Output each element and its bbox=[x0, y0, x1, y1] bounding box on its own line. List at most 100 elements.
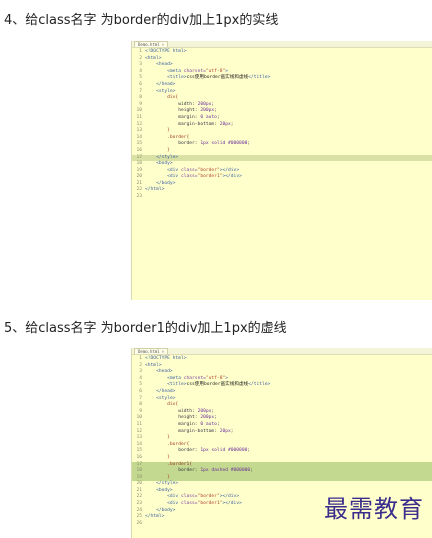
code-token: .border1{ bbox=[145, 461, 193, 467]
line-number: 7 bbox=[139, 88, 142, 94]
code-token: <body> bbox=[145, 161, 173, 167]
code-token: ></div> bbox=[222, 501, 242, 507]
code-token: border: bbox=[145, 141, 201, 147]
code-line: 16 } bbox=[132, 455, 432, 462]
code-token: 200px bbox=[200, 108, 215, 114]
code-token: } bbox=[145, 435, 170, 441]
code-token: <style> bbox=[145, 395, 176, 401]
code-token: <title> bbox=[145, 75, 187, 81]
code-token: height: bbox=[145, 415, 201, 421]
code-line: 20 </style> bbox=[132, 481, 432, 488]
code-token: ; bbox=[250, 468, 253, 474]
line-number: 3 bbox=[139, 369, 142, 375]
code-token: <div bbox=[145, 494, 181, 500]
code-token: margin-bottom: bbox=[145, 428, 220, 434]
line-number: 8 bbox=[139, 402, 142, 408]
code-token: ; bbox=[216, 421, 220, 427]
code-line: 12 margin-bottom: 20px; bbox=[132, 122, 432, 129]
code-text: <div class="border1"></div> bbox=[144, 501, 242, 508]
watermark-logo: 最需教育 bbox=[324, 495, 424, 523]
code-token: ; bbox=[247, 141, 251, 147]
line-number: 23 bbox=[136, 501, 142, 507]
line-number: 6 bbox=[139, 388, 142, 394]
editor-tab[interactable]: Demo.html × bbox=[134, 348, 169, 354]
editor-tab[interactable]: Demo.html × bbox=[134, 41, 169, 47]
editor-tab-bar: Demo.html × bbox=[132, 348, 432, 355]
code-line: 10 height: 200px; bbox=[132, 108, 432, 115]
code-token: </style> bbox=[145, 481, 179, 487]
line-number: 2 bbox=[139, 362, 142, 368]
code-line: 2 <html> bbox=[132, 363, 432, 370]
code-token: border: bbox=[145, 448, 201, 454]
code-text: margin: 0 auto; bbox=[144, 422, 220, 429]
code-token: 0 auto bbox=[200, 114, 217, 120]
code-line: 6 </head> bbox=[132, 82, 432, 89]
code-token: "border" bbox=[197, 494, 220, 500]
code-token: </html> bbox=[145, 514, 165, 520]
code-token: <meta bbox=[145, 375, 184, 381]
code-text: div{ bbox=[144, 402, 178, 409]
step-4-heading: 4、给class名字 为border的div加上1px的实线 bbox=[4, 13, 279, 28]
code-line: 8 div{ bbox=[132, 95, 432, 102]
line-number: 11 bbox=[136, 421, 142, 427]
line-number: 8 bbox=[139, 95, 142, 101]
editor-tab-bar: Demo.html × bbox=[132, 41, 432, 48]
code-token: width: bbox=[145, 101, 198, 107]
code-line: 5 <title>css使用border画实线和虚线</title> bbox=[132, 75, 432, 82]
code-text: border: 1px dashed #000000; bbox=[144, 468, 253, 475]
code-token: </html> bbox=[145, 187, 165, 193]
code-token: 20px bbox=[219, 121, 231, 127]
code-token: margin-bottom: bbox=[145, 121, 220, 127]
code-token: "border" bbox=[197, 167, 220, 173]
line-number: 18 bbox=[136, 161, 142, 167]
code-line: 21 </body> bbox=[132, 181, 432, 188]
line-number: 11 bbox=[136, 114, 142, 120]
code-token: <body> bbox=[145, 487, 173, 493]
line-number: 10 bbox=[136, 108, 142, 114]
code-line: 3 <head> bbox=[132, 62, 432, 69]
close-icon[interactable]: × bbox=[162, 349, 164, 354]
code-token: } bbox=[145, 128, 170, 134]
code-token: 1px dashed #000000 bbox=[200, 468, 251, 474]
code-line: 11 margin: 0 auto; bbox=[132, 422, 432, 429]
code-line: 22 </html> bbox=[132, 187, 432, 194]
code-token: "border1" bbox=[197, 174, 223, 180]
code-line: 1 <!DOCTYPE html> bbox=[132, 49, 432, 56]
code-text: div{ bbox=[144, 95, 178, 102]
code-text: <title>css使用border画实线和虚线</title> bbox=[144, 75, 270, 82]
code-line: 8 div{ bbox=[132, 402, 432, 409]
code-text: </html> bbox=[144, 187, 164, 194]
code-token: ; bbox=[230, 428, 234, 434]
line-number: 10 bbox=[136, 415, 142, 421]
code-token: <html> bbox=[145, 55, 162, 61]
code-token: 0 auto bbox=[200, 421, 217, 427]
code-line: 12 margin-bottom: 20px; bbox=[132, 429, 432, 436]
code-line: 6 </head> bbox=[132, 389, 432, 396]
code-token: css使用border画实线和虚线 bbox=[186, 382, 249, 388]
code-token: <div bbox=[145, 174, 181, 180]
code-token: div{ bbox=[145, 402, 179, 408]
code-line: 11 margin: 0 auto; bbox=[132, 115, 432, 122]
code-token: ></div> bbox=[222, 174, 242, 180]
code-text: } bbox=[144, 148, 170, 155]
line-number: 16 bbox=[136, 147, 142, 153]
code-token: <div bbox=[145, 501, 181, 507]
code-line: 18 border: 1px dashed #000000; bbox=[132, 468, 432, 475]
line-number: 5 bbox=[139, 382, 142, 388]
line-number: 23 bbox=[136, 194, 142, 200]
code-text: <head> bbox=[144, 62, 173, 69]
code-token: </style> bbox=[145, 154, 179, 160]
code-token: </title> bbox=[248, 382, 271, 388]
code-token: ; bbox=[247, 448, 251, 454]
code-token: class= bbox=[180, 501, 198, 507]
code-editor-screenshot-1: Demo.html × 1 <!DOCTYPE html> 2 <html> 3 <he… bbox=[131, 41, 432, 300]
code-token: </body> bbox=[145, 180, 176, 186]
code-text: <div class="border1"></div> bbox=[144, 174, 242, 181]
line-number: 4 bbox=[139, 68, 142, 74]
close-icon[interactable]: × bbox=[162, 42, 164, 47]
code-token: "border1" bbox=[197, 501, 223, 507]
code-text: height: 200px; bbox=[144, 108, 217, 115]
code-text: <head> bbox=[144, 369, 173, 376]
code-token: .border{ bbox=[145, 441, 190, 447]
code-token: > bbox=[225, 68, 229, 74]
